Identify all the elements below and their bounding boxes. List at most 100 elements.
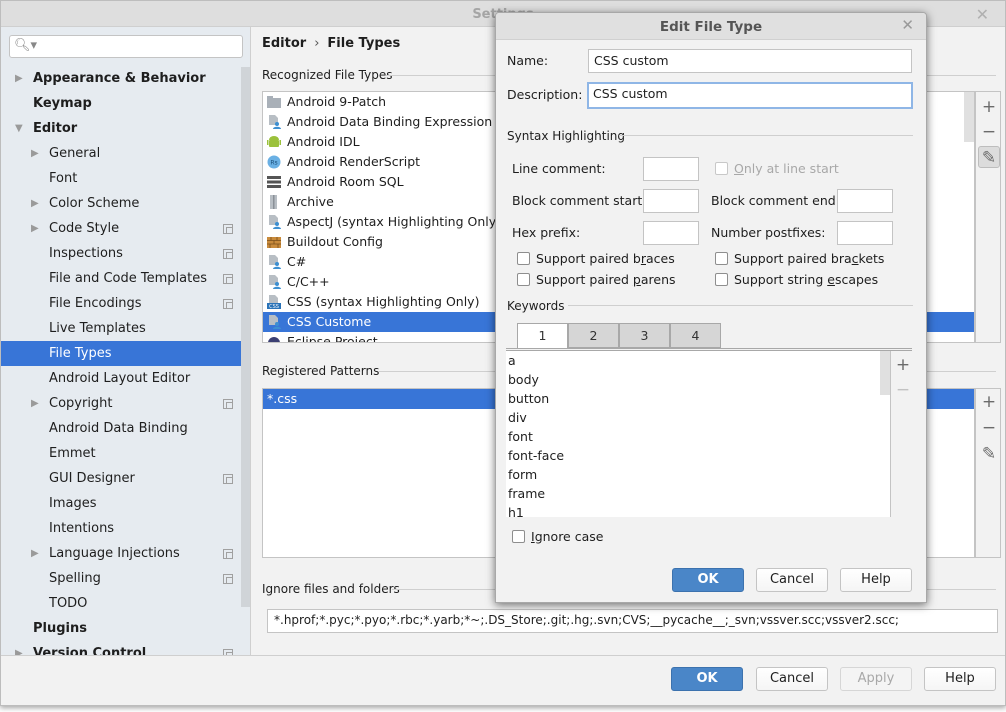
footer-divider xyxy=(1,655,1005,656)
sidebar-item[interactable]: Android Data Binding xyxy=(1,416,241,441)
line-comment-input[interactable] xyxy=(643,157,699,181)
file-types-toolbar: + − ✎ xyxy=(975,91,1001,343)
file-types-scrollbar[interactable] xyxy=(964,92,974,142)
edit-pattern-icon[interactable]: ✎ xyxy=(978,443,1000,465)
keyword-tab[interactable]: 4 xyxy=(670,323,721,348)
sidebar-item-label: Spelling xyxy=(49,571,101,586)
keyword-item[interactable]: frame xyxy=(506,484,890,503)
dialog-help-button[interactable]: Help xyxy=(840,568,912,592)
ignore-case-checkbox[interactable] xyxy=(512,530,525,543)
description-input[interactable]: CSS custom xyxy=(587,82,913,109)
add-file-type-icon[interactable]: + xyxy=(978,96,1000,118)
sidebar-item[interactable]: Plugins xyxy=(1,616,241,641)
sidebar-item[interactable]: Font xyxy=(1,166,241,191)
help-button[interactable]: Help xyxy=(924,667,996,691)
string-escapes-label: Support string escapes xyxy=(734,272,878,287)
keywords-list[interactable]: a body button div font font-face form frame h1 xyxy=(506,351,890,517)
settings-search-input[interactable]: 🔍︎▾ xyxy=(9,35,243,58)
number-postfixes-input[interactable] xyxy=(837,221,893,245)
remove-pattern-icon[interactable]: − xyxy=(978,417,1000,439)
paired-parens-checkbox[interactable] xyxy=(517,273,530,286)
keyword-item[interactable]: div xyxy=(506,408,890,427)
keyword-item[interactable]: button xyxy=(506,389,890,408)
dialog-close-icon[interactable]: ✕ xyxy=(901,16,914,34)
chevron-right-icon[interactable]: ▶ xyxy=(31,391,39,416)
sidebar-item[interactable]: Android Layout Editor xyxy=(1,366,241,391)
sidebar-item[interactable]: ▶ General xyxy=(1,141,241,166)
apply-button[interactable]: Apply xyxy=(840,667,912,691)
chevron-right-icon[interactable]: ▶ xyxy=(15,641,23,655)
keyword-tab[interactable]: 3 xyxy=(619,323,670,348)
cancel-button[interactable]: Cancel xyxy=(756,667,828,691)
sidebar-item[interactable]: ▼ Editor xyxy=(1,116,241,141)
file-type-label: Android Room SQL xyxy=(287,174,404,189)
only-line-start-checkbox[interactable] xyxy=(715,162,728,175)
dialog-ok-button[interactable]: OK xyxy=(672,568,744,592)
sidebar-item[interactable]: Keymap xyxy=(1,91,241,116)
window-close-icon[interactable]: ✕ xyxy=(976,5,989,24)
chevron-down-icon[interactable]: ▼ xyxy=(15,116,23,141)
project-settings-icon xyxy=(223,274,233,284)
keyword-item[interactable]: body xyxy=(506,370,890,389)
sidebar-item[interactable]: Live Templates xyxy=(1,316,241,341)
sidebar-item[interactable]: Inspections xyxy=(1,241,241,266)
keyword-item[interactable]: font-face xyxy=(506,446,890,465)
edit-file-type-icon[interactable]: ✎ xyxy=(978,146,1000,168)
remove-file-type-icon[interactable]: − xyxy=(978,121,1000,143)
sidebar-item-label: GUI Designer xyxy=(49,471,135,486)
chevron-right-icon[interactable]: ▶ xyxy=(31,141,39,166)
add-keyword-icon[interactable]: + xyxy=(892,354,914,376)
sidebar-item[interactable]: File Encodings xyxy=(1,291,241,316)
sidebar-item[interactable]: Emmet xyxy=(1,441,241,466)
sidebar-item[interactable]: ▶ Version Control xyxy=(1,641,241,655)
keyword-tab[interactable]: 2 xyxy=(568,323,619,348)
file-type-label: Buildout Config xyxy=(287,234,383,249)
keywords-scrollbar[interactable] xyxy=(880,351,890,395)
sidebar-item[interactable]: TODO xyxy=(1,591,241,616)
keyword-tab[interactable]: 1 xyxy=(517,323,568,349)
ignore-files-title: Ignore files and folders xyxy=(262,582,400,596)
sidebar-item[interactable]: Intentions xyxy=(1,516,241,541)
block-comment-start-input[interactable] xyxy=(643,189,699,213)
chevron-right-icon[interactable]: ▶ xyxy=(15,66,23,91)
keywords-title: Keywords xyxy=(507,299,565,313)
add-pattern-icon[interactable]: + xyxy=(978,391,1000,413)
dialog-cancel-button[interactable]: Cancel xyxy=(756,568,828,592)
keyword-item[interactable]: font xyxy=(506,427,890,446)
chevron-right-icon[interactable]: ▶ xyxy=(31,541,39,566)
sidebar-item[interactable]: GUI Designer xyxy=(1,466,241,491)
sidebar-item[interactable]: ▶ Code Style xyxy=(1,216,241,241)
chevron-right-icon[interactable]: ▶ xyxy=(31,216,39,241)
ignore-files-input[interactable]: *.hprof;*.pyc;*.pyo;*.rbc;*.yarb;*~;.DS_… xyxy=(267,609,998,633)
keyword-item[interactable]: a xyxy=(506,351,890,370)
paired-brackets-checkbox[interactable] xyxy=(715,252,728,265)
name-label: Name: xyxy=(507,53,549,68)
sidebar-item-label: Color Scheme xyxy=(49,196,140,211)
sidebar-item[interactable]: ▶ Copyright xyxy=(1,391,241,416)
sidebar-item[interactable]: ▶ Color Scheme xyxy=(1,191,241,216)
block-comment-end-input[interactable] xyxy=(837,189,893,213)
custom-file-icon xyxy=(267,215,281,229)
sidebar-scrollbar[interactable] xyxy=(241,67,250,607)
sidebar-item[interactable]: ▶ Language Injections xyxy=(1,541,241,566)
keyword-item[interactable]: form xyxy=(506,465,890,484)
paired-braces-checkbox[interactable] xyxy=(517,252,530,265)
paired-braces-label: Support paired braces xyxy=(536,251,675,266)
remove-keyword-icon[interactable]: − xyxy=(892,379,914,401)
archive-icon xyxy=(267,195,281,209)
name-input[interactable]: CSS custom xyxy=(588,49,912,73)
label-text: scapes xyxy=(834,272,879,287)
sidebar-item[interactable]: ▶ Appearance & Behavior xyxy=(1,66,241,91)
sidebar-item-label: File Encodings xyxy=(49,296,142,311)
keyword-item[interactable]: h1 xyxy=(506,503,890,517)
sidebar-item[interactable]: File Types xyxy=(1,341,241,366)
mnemonic: c xyxy=(851,251,859,266)
eclipse-icon xyxy=(267,335,281,342)
hex-prefix-input[interactable] xyxy=(643,221,699,245)
sidebar-item[interactable]: File and Code Templates xyxy=(1,266,241,291)
ok-button[interactable]: OK xyxy=(671,667,743,691)
sidebar-item[interactable]: Images xyxy=(1,491,241,516)
string-escapes-checkbox[interactable] xyxy=(715,273,728,286)
chevron-right-icon[interactable]: ▶ xyxy=(31,191,39,216)
sidebar-item[interactable]: Spelling xyxy=(1,566,241,591)
